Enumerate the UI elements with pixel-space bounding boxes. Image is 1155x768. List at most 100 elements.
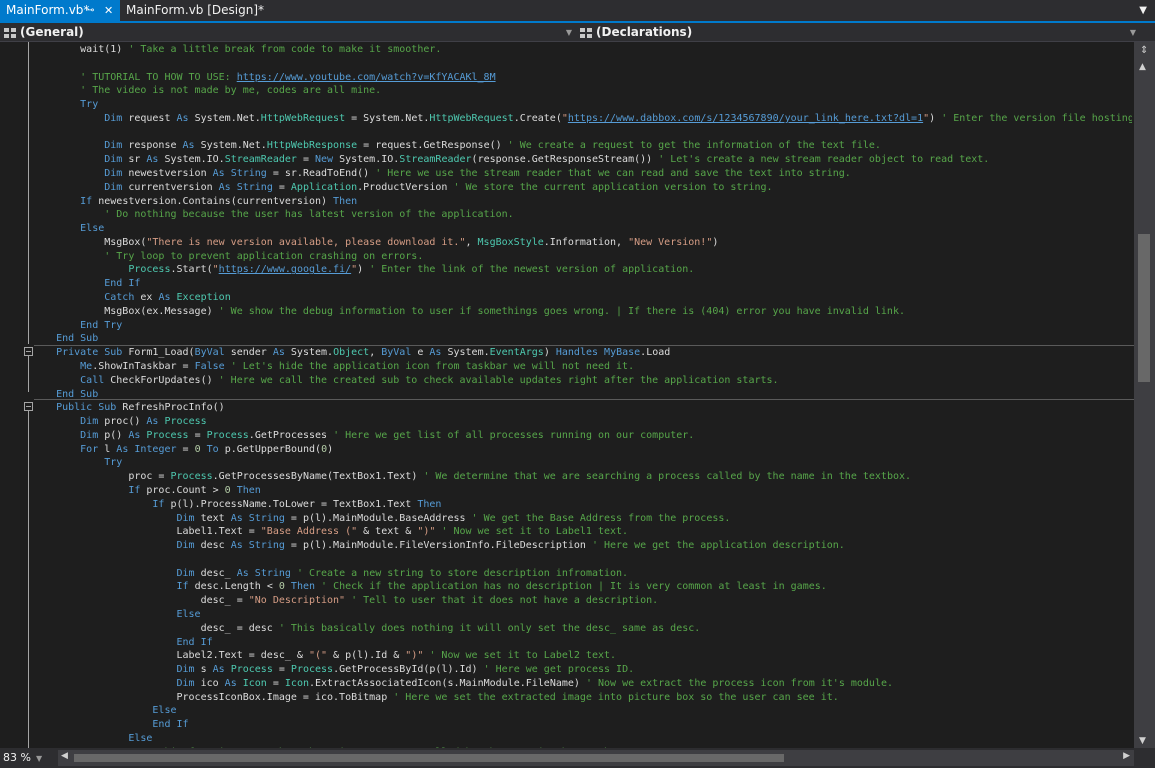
scroll-left-icon[interactable]: ◀ [61,751,68,761]
code-token: As [230,540,243,552]
tab-mainform-design[interactable]: MainForm.vb [Design]* [120,0,264,21]
code-line[interactable]: If p(l).ProcessName.ToLower = TextBox1.T… [32,498,441,512]
code-line[interactable]: End If [32,277,140,291]
scroll-thumb[interactable] [74,754,784,762]
scroll-up-icon[interactable]: ▲ [1139,62,1146,72]
code-token: = [188,429,207,441]
code-line[interactable]: End Sub [32,388,98,402]
code-line[interactable]: ' Try loop to prevent application crashi… [32,250,423,264]
code-token: String [236,181,273,193]
chevron-down-icon: ▼ [35,754,43,763]
code-line[interactable]: ' The video is not made by me, codes are… [32,84,381,98]
scroll-down-icon[interactable]: ▼ [1139,736,1146,746]
code-line[interactable]: MsgBox(ex.Message) ' We show the debug i… [32,305,905,319]
split-window-icon[interactable]: ⇕ [1140,44,1149,58]
code-token: As [182,140,195,152]
code-line[interactable]: Try [32,456,122,470]
code-line[interactable]: Process.Start("https://www.google.fi/") … [32,263,694,277]
code-token: ByVal [381,347,412,359]
code-line[interactable]: proc = Process.GetProcessesByName(TextBo… [32,470,911,484]
code-line[interactable]: wait(1) ' Take a little break from code … [32,43,441,57]
code-token: https://www.youtube.com/watch?v=KfYACAKl… [236,71,496,83]
code-token: As [429,347,442,359]
code-token: To [206,443,219,455]
code-token: ' We determine that we are searching a p… [423,471,912,483]
code-line[interactable]: If proc.Count > 0 Then [32,484,261,498]
code-line[interactable]: Dim request As System.Net.HttpWebRequest… [32,112,1132,126]
chevron-down-icon: ▼ [565,28,572,37]
code-line[interactable]: Call CheckForUpdates() ' Here we call th… [32,374,778,388]
close-icon[interactable]: ✕ [104,0,113,21]
code-line[interactable]: For l As Integer = 0 To p.GetUpperBound(… [32,443,333,457]
code-token: ' Let's create a new stream reader objec… [658,154,990,166]
code-line[interactable]: MsgBox("There is new version available, … [32,236,718,250]
code-line[interactable]: End If [32,718,188,732]
code-line[interactable]: Dim ico As Icon = Icon.ExtractAssociated… [32,677,893,691]
code-line[interactable]: Dim desc As String = p(l).MainModule.Fil… [32,539,844,553]
code-editor[interactable]: wait(1) ' Take a little break from code … [0,42,1134,748]
code-token: Process [128,264,171,276]
code-text-area[interactable]: wait(1) ' Take a little break from code … [32,42,1132,748]
code-token: String [248,540,285,552]
code-line[interactable]: Dim p() As Process = Process.GetProcesse… [32,429,694,443]
code-line[interactable]: If desc.Length < 0 Then ' Check if the a… [32,580,826,594]
code-token: Handles [555,347,599,359]
code-line[interactable]: Private Sub Form1_Load(ByVal sender As S… [32,346,670,360]
code-line[interactable]: Label2.Text = desc_ & "(" & p(l).Id & ")… [32,649,616,663]
code-line[interactable]: Else [32,704,176,718]
chevron-down-icon[interactable]: ▼ [1139,0,1147,21]
code-token: ' Take a little break from code to make … [128,44,442,55]
code-line[interactable]: Else [32,608,200,622]
member-dropdown[interactable]: (Declarations) ▼ [580,24,1140,41]
code-token: Icon [284,677,309,689]
code-line[interactable]: End If [32,636,212,650]
code-line[interactable]: Dim text As String = p(l).MainModule.Bas… [32,512,730,526]
code-token: ' Now we set it to Label1 text. [441,526,629,538]
code-line[interactable]: Else [32,732,152,746]
horizontal-scrollbar[interactable]: ◀ ▶ [58,750,1134,766]
code-line[interactable]: desc_ = "No Description" ' Tell to user … [32,594,659,608]
code-token: Process [230,664,273,676]
tab-mainform-vb[interactable]: MainForm.vb* ⊸ ✕ [0,0,120,21]
code-line[interactable]: ProcessIconBox.Image = ico.ToBitmap ' He… [32,691,838,705]
pin-icon[interactable]: ⊸ [86,0,94,21]
code-token: .ProductVersion [357,181,454,193]
code-line[interactable]: Me.ShowInTaskbar = False ' Let's hide th… [32,360,634,374]
scroll-thumb[interactable] [1138,234,1150,382]
code-line[interactable]: Dim newestversion As String = sr.ReadToE… [32,167,851,181]
code-line[interactable]: ' Do nothing because the user has latest… [32,208,513,222]
vertical-scrollbar[interactable]: ⇕ ▲ ▼ [1134,42,1155,748]
code-token: Try [32,99,99,111]
code-token: As [212,168,225,180]
code-token: MsgBox(ex.Message) [32,305,219,317]
type-dropdown[interactable]: (General) ▼ [4,24,576,41]
code-line[interactable]: Label1.Text = "Base Address (" & text & … [32,525,628,539]
outline-line [28,411,29,748]
code-line[interactable]: End Try [32,319,122,333]
code-token: .GetProcessesByName(TextBox1.Text) [212,471,424,483]
code-line[interactable]: Dim sr As System.IO.StreamReader = New S… [32,153,989,167]
code-line[interactable]: Catch ex As Exception [32,291,230,305]
code-line[interactable]: Dim response As System.Net.HttpWebRespon… [32,139,881,153]
code-line[interactable]: Dim currentversion As String = Applicati… [32,181,773,195]
code-line[interactable]: If newestversion.Contains(currentversion… [32,195,357,209]
code-token: If [32,195,93,207]
code-line[interactable]: desc_ = desc ' This basically does nothi… [32,622,701,636]
scroll-right-icon[interactable]: ▶ [1123,751,1130,761]
code-token: ' We store the current application versi… [453,181,773,193]
zoom-dropdown[interactable]: 83 % ▼ [3,750,53,766]
code-token: ' Tell to user that it does not have a d… [351,595,659,607]
code-line[interactable]: End Sub [32,332,98,346]
code-line[interactable]: Try [32,98,98,112]
code-token: Process [164,416,207,428]
code-token: ' We show the debug information to user … [218,305,905,317]
code-line[interactable]: Dim desc_ As String ' Create a new strin… [32,567,628,581]
code-token: ' The video is not made by me, codes are… [32,85,382,97]
code-line[interactable]: Dim proc() As Process [32,415,207,429]
code-line[interactable]: Else [32,222,104,236]
code-token: newestversion [122,168,213,180]
code-line[interactable]: Public Sub RefreshProcInfo() [32,401,225,415]
code-token: = [266,677,285,689]
code-line[interactable]: ' TUTORIAL TO HOW TO USE: https://www.yo… [32,71,496,85]
code-line[interactable]: Dim s As Process = Process.GetProcessByI… [32,663,634,677]
